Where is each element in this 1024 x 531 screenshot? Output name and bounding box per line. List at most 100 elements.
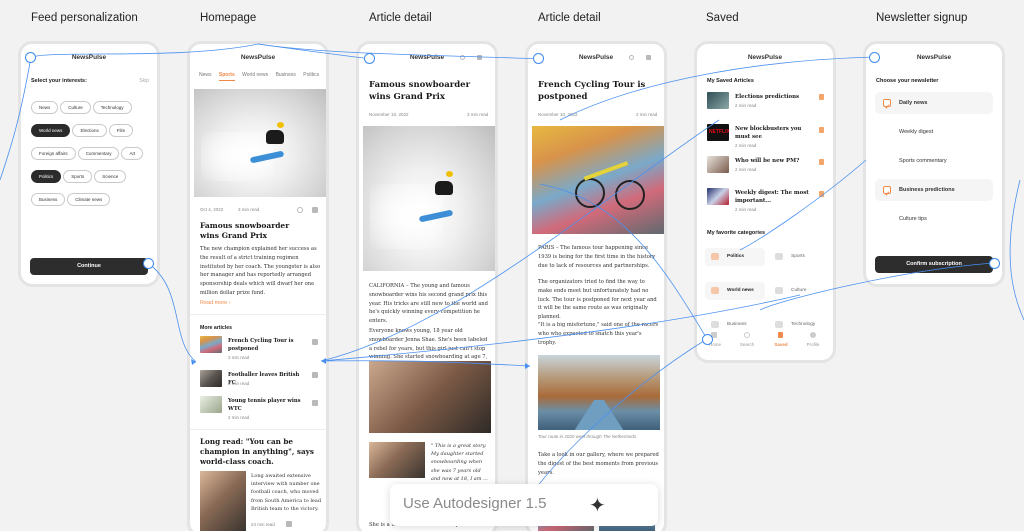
- category-world-news[interactable]: World news: [705, 282, 765, 300]
- chip-news[interactable]: News: [31, 101, 59, 114]
- chip-foreign-affairs[interactable]: Foreign affairs: [31, 147, 76, 160]
- tab-news[interactable]: News: [199, 72, 212, 78]
- saved-thumb: NETFLIX: [707, 124, 729, 141]
- long-read-title[interactable]: Long read: "You can be champion in anyth…: [200, 437, 322, 467]
- headline[interactable]: Famous snowboarder wins Grand Prix: [200, 221, 310, 241]
- connector-handle[interactable]: [702, 334, 713, 345]
- article-date: November 10, 2022: [369, 112, 409, 117]
- chip-politics[interactable]: Politics: [31, 170, 62, 183]
- chip-culture[interactable]: Culture: [60, 101, 91, 114]
- chip-technology[interactable]: Technology: [92, 101, 132, 114]
- bookmark-icon[interactable]: [286, 521, 292, 527]
- chip-science[interactable]: Science: [94, 170, 127, 183]
- coach-image: [200, 471, 246, 531]
- bookmark-filled-icon[interactable]: [819, 94, 824, 100]
- column-title-feed: Feed personalization: [31, 12, 138, 24]
- connector-handle[interactable]: [25, 52, 36, 63]
- more-articles-heading: More articles: [200, 325, 233, 331]
- share-icon[interactable]: [460, 55, 465, 60]
- newsletter-culture-tips[interactable]: Culture tips: [875, 208, 993, 230]
- bookmark-icon[interactable]: [312, 339, 318, 345]
- chip-business[interactable]: Business: [31, 193, 66, 206]
- continue-button[interactable]: Continue: [30, 258, 148, 275]
- checkbox-checked-icon[interactable]: [883, 184, 891, 206]
- bookmark-icon[interactable]: [477, 55, 482, 60]
- bookmark-filled-icon[interactable]: [819, 159, 824, 165]
- bookmark-icon[interactable]: [312, 372, 318, 378]
- chip-film[interactable]: Film: [108, 124, 134, 137]
- bookmark-icon[interactable]: [312, 400, 318, 406]
- chip-world-news[interactable]: World news: [31, 124, 71, 137]
- tab-sports[interactable]: Sports: [218, 72, 235, 81]
- netflix-logo-icon: NETFLIX: [709, 129, 729, 135]
- phone-feed-personalization: NewsPulse Select your interests: Skip Ne…: [18, 41, 160, 287]
- interests-heading: Select your interests:: [31, 78, 87, 84]
- more-article-title[interactable]: French Cycling Tour is postponed: [228, 338, 308, 353]
- tab-search[interactable]: Search: [735, 342, 759, 347]
- saved-heading: My Saved Articles: [707, 78, 754, 84]
- category-tabs: News Sports World news Business Politics: [199, 72, 319, 81]
- confirm-subscription-button[interactable]: Confirm subscription: [875, 256, 993, 273]
- connector-handle[interactable]: [364, 53, 375, 64]
- bookmark-filled-icon: [778, 332, 783, 338]
- read-more-link[interactable]: Read more ›: [200, 300, 231, 306]
- chip-elections[interactable]: Elections: [72, 124, 107, 137]
- brand-logo: NewsPulse: [409, 54, 445, 61]
- chip-sports[interactable]: Sports: [63, 170, 93, 183]
- share-icon[interactable]: [629, 55, 634, 60]
- saved-title[interactable]: Elections predictions: [735, 94, 815, 102]
- tab-profile[interactable]: Profile: [801, 342, 825, 347]
- palette-icon: [775, 287, 783, 294]
- article-paragraph: Take a look in our gallery, where we pre…: [538, 452, 659, 476]
- thumb-tennis: [200, 396, 222, 413]
- connector-handle[interactable]: [143, 258, 154, 269]
- categories-heading: My favorite categories: [707, 230, 766, 236]
- category-culture[interactable]: Culture: [769, 282, 829, 300]
- connector-handle[interactable]: [989, 258, 1000, 269]
- newsletter-daily-news[interactable]: Daily news: [875, 92, 993, 119]
- skip-link[interactable]: Skip: [139, 78, 149, 84]
- bookmark-filled-icon[interactable]: [819, 127, 824, 133]
- tab-business[interactable]: Business: [276, 72, 296, 78]
- article-title: French Cycling Tour is postponed: [538, 80, 646, 102]
- connector-handle[interactable]: [533, 53, 544, 64]
- newsletter-sports-commentary[interactable]: Sports commentary: [875, 150, 993, 172]
- saved-title[interactable]: Who will be new PM?: [735, 158, 815, 166]
- thumb-cycling: [200, 336, 222, 353]
- brand-logo: NewsPulse: [916, 54, 952, 61]
- bookmark-filled-icon[interactable]: [819, 191, 824, 197]
- chart-icon: [711, 321, 719, 328]
- tab-politics[interactable]: Politics: [303, 72, 319, 78]
- column-title-home: Homepage: [200, 12, 257, 24]
- checkbox-checked-icon[interactable]: [883, 97, 891, 119]
- globe-icon: [711, 287, 719, 294]
- bookmark-icon[interactable]: [646, 55, 651, 60]
- tab-saved[interactable]: Saved: [769, 342, 793, 347]
- snowboarder-image: [363, 126, 495, 271]
- article-read-time: 3 min read: [467, 112, 489, 117]
- chip-climate-news[interactable]: Climate news: [67, 193, 111, 206]
- newsletter-business-predictions[interactable]: Business predictions: [875, 179, 993, 206]
- cycling-image: [532, 126, 664, 234]
- column-title-article1: Article detail: [369, 12, 432, 24]
- chip-commentary[interactable]: Commentary: [77, 147, 120, 160]
- article-read-time: 3 min read: [238, 207, 260, 212]
- share-icon[interactable]: [297, 207, 303, 213]
- more-article-meta: 2 min read: [228, 415, 250, 420]
- newsletter-weekly-digest[interactable]: Weekly digest: [875, 121, 993, 143]
- more-article-title[interactable]: Young tennis player wins WTC: [228, 398, 308, 413]
- tab-world-news[interactable]: World news: [242, 72, 268, 78]
- chip-art[interactable]: Art: [121, 147, 144, 160]
- connector-handle[interactable]: [869, 52, 880, 63]
- saved-title[interactable]: Weekly digest: The most important...: [735, 190, 815, 205]
- column-title-newsletter: Newsletter signup: [876, 12, 968, 24]
- bookmark-icon[interactable]: [312, 207, 318, 213]
- saved-title[interactable]: New blockbusters you must see: [735, 126, 815, 141]
- more-article-meta: 2 min read: [228, 381, 250, 386]
- snowboarder-image: [194, 89, 326, 197]
- autodesigner-cta[interactable]: Use Autodesigner 1.5 ✦: [390, 484, 658, 526]
- category-sports[interactable]: Sports: [769, 248, 829, 266]
- category-politics[interactable]: Politics: [705, 248, 765, 266]
- saved-meta: 2 min read: [735, 167, 757, 172]
- long-read-meta: 24 min read: [251, 522, 275, 527]
